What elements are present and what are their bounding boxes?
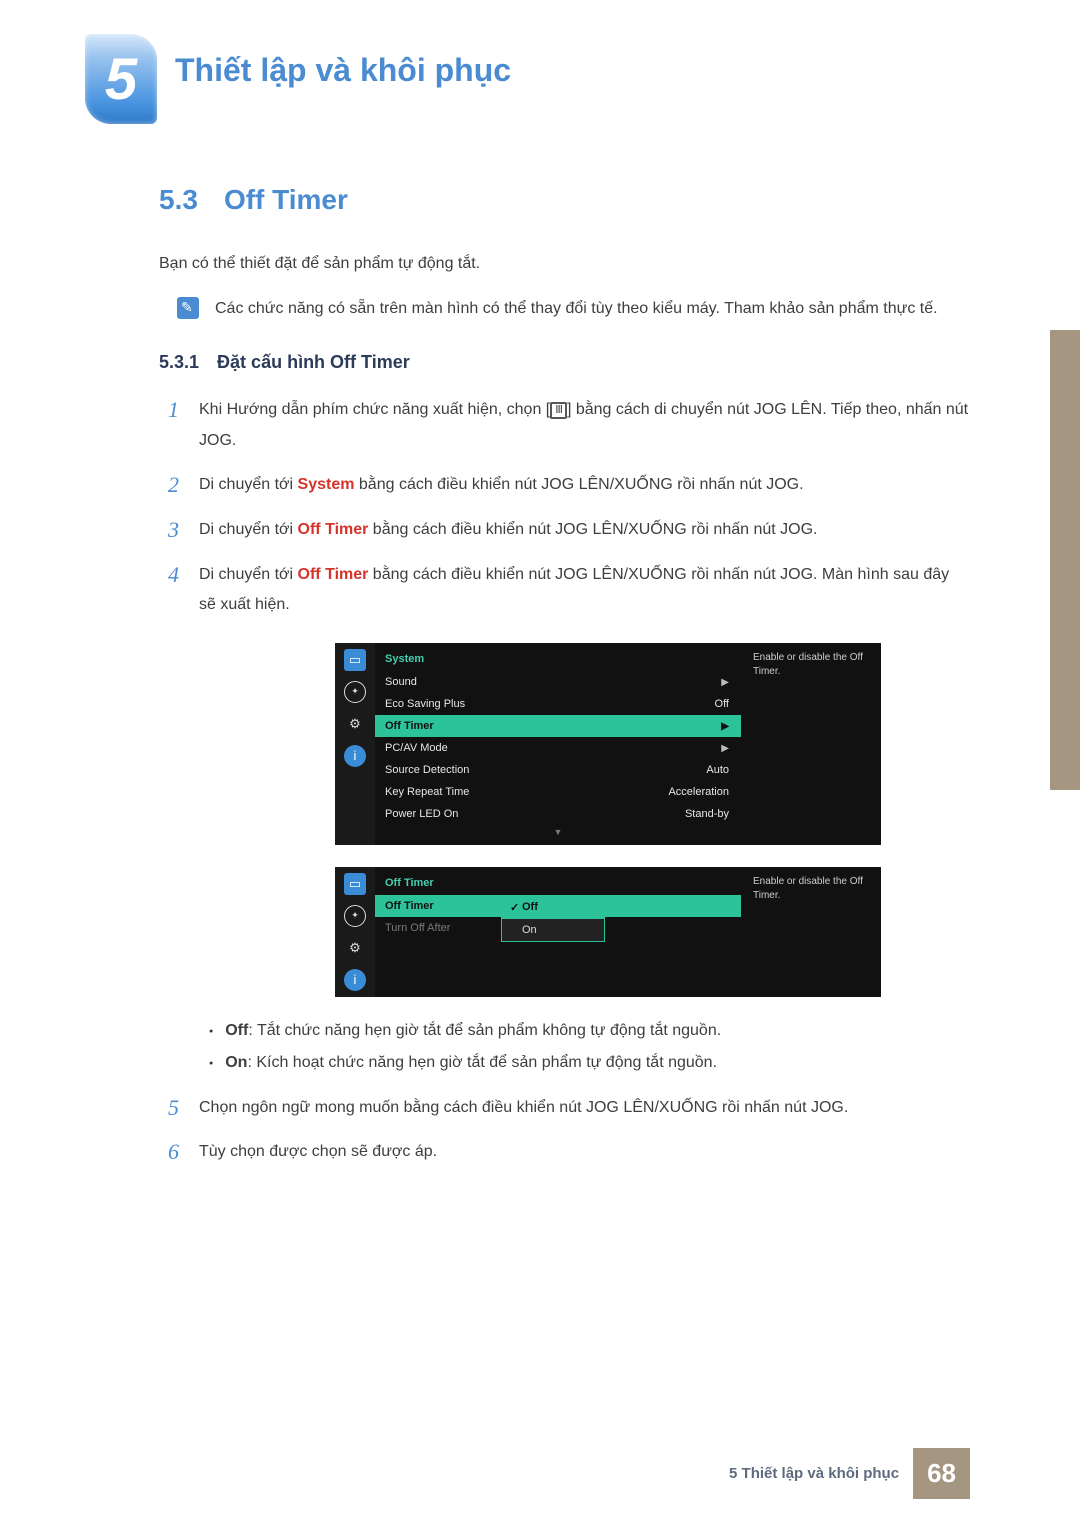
step-text: Di chuyển tới System bằng cách điều khiể… [199, 470, 804, 501]
osd-main-panel: Off Timer Off TimerTurn Off After ✓OffOn [375, 867, 741, 997]
osd-sidebar-icons: ▭ ⚙ i [335, 867, 375, 997]
note-block: Các chức năng có sẵn trên màn hình có th… [85, 295, 970, 322]
osd-title: System [375, 649, 741, 671]
footer-page-number: 68 [913, 1448, 970, 1499]
note-text: Các chức năng có sẵn trên màn hình có th… [215, 295, 938, 322]
step-text: Tùy chọn được chọn sẽ được áp. [199, 1137, 437, 1168]
step-1: 1 Khi Hướng dẫn phím chức năng xuất hiện… [85, 395, 970, 456]
subsection-title: Đặt cấu hình Off Timer [217, 352, 410, 373]
step-number: 5 [159, 1093, 179, 1124]
bullet-text: : Tắt chức năng hẹn giờ tắt để sản phẩm … [248, 1022, 721, 1039]
intro-text: Bạn có thể thiết đặt để sản phẩm tự động… [85, 250, 970, 277]
step-text: Di chuyển tới Off Timer bằng cách điều k… [199, 515, 817, 546]
bullet-off: ● Off: Tắt chức năng hẹn giờ tắt để sản … [209, 1015, 970, 1047]
chapter-title: Thiết lập và khôi phục [175, 52, 511, 89]
osd-menu-item: Key Repeat TimeAcceleration [375, 781, 741, 803]
monitor-icon: ▭ [344, 649, 366, 671]
osd-menu-item: Sound▶ [375, 671, 741, 693]
osd-description: Enable or disable the Off Timer. [741, 643, 881, 845]
osd-option-popup: ✓OffOn [501, 895, 605, 942]
osd-popup-option: ✓Off [502, 896, 604, 919]
osd-popup-option: On [502, 919, 604, 941]
step-number: 4 [159, 560, 179, 621]
osd-description: Enable or disable the Off Timer. [741, 867, 881, 997]
picture-icon [344, 681, 366, 703]
osd-menu-item: Eco Saving PlusOff [375, 693, 741, 715]
subsection-number: 5.3.1 [159, 352, 199, 373]
step1-part-a: Khi Hướng dẫn phím chức năng xuất hiện, … [199, 401, 550, 418]
osd-menu-item: PC/AV Mode▶ [375, 737, 741, 759]
section-title: Off Timer [224, 184, 348, 216]
osd-sidebar-icons: ▭ ⚙ i [335, 643, 375, 845]
monitor-icon: ▭ [344, 873, 366, 895]
osd-off-timer-menu: ▭ ⚙ i Off Timer Off TimerTurn Off After … [335, 867, 881, 997]
step-text: Chọn ngôn ngữ mong muốn bằng cách điều k… [199, 1093, 848, 1124]
option-bullets: ● Off: Tắt chức năng hẹn giờ tắt để sản … [85, 1015, 970, 1079]
keyword-off-timer: Off Timer [298, 521, 369, 538]
step2-part-b: bằng cách điều khiển nút JOG LÊN/XUỐNG r… [354, 476, 803, 493]
bullet-text: : Kích hoạt chức năng hẹn giờ tắt để sản… [247, 1054, 717, 1071]
chapter-header: 5 Thiết lập và khôi phục [85, 34, 970, 124]
step2-part-a: Di chuyển tới [199, 476, 298, 493]
section-heading: 5.3 Off Timer [85, 184, 970, 216]
step-2: 2 Di chuyển tới System bằng cách điều kh… [85, 470, 970, 501]
gear-icon: ⚙ [344, 937, 366, 959]
step-6: 6 Tùy chọn được chọn sẽ được áp. [85, 1137, 970, 1168]
osd-system-menu: ▭ ⚙ i System Sound▶Eco Saving PlusOffOff… [335, 643, 881, 845]
step4-part-a: Di chuyển tới [199, 566, 298, 583]
step-number: 3 [159, 515, 179, 546]
section-number: 5.3 [85, 184, 198, 216]
step-text: Di chuyển tới Off Timer bằng cách điều k… [199, 560, 970, 621]
osd-main-panel: System Sound▶Eco Saving PlusOffOff Timer… [375, 643, 741, 845]
page-footer: 5 Thiết lập và khôi phục 68 [729, 1448, 970, 1499]
step-text: Khi Hướng dẫn phím chức năng xuất hiện, … [199, 395, 970, 456]
info-icon: i [344, 745, 366, 767]
bullet-label: On [225, 1054, 247, 1071]
bullet-icon: ● [209, 1057, 213, 1079]
osd-menu-item: Off Timer▶ [375, 715, 741, 737]
step3-part-a: Di chuyển tới [199, 521, 298, 538]
side-tab-decoration [1050, 330, 1080, 790]
step-number: 2 [159, 470, 179, 501]
step-5: 5 Chọn ngôn ngữ mong muốn bằng cách điều… [85, 1093, 970, 1124]
keyword-off-timer: Off Timer [298, 566, 369, 583]
chapter-number-badge: 5 [85, 34, 157, 124]
osd-menu-item: Source DetectionAuto [375, 759, 741, 781]
osd-title: Off Timer [375, 873, 741, 895]
subsection-heading: 5.3.1 Đặt cấu hình Off Timer [85, 352, 970, 373]
note-icon [177, 297, 199, 319]
picture-icon [344, 905, 366, 927]
step-number: 6 [159, 1137, 179, 1168]
step3-part-b: bằng cách điều khiển nút JOG LÊN/XUỐNG r… [368, 521, 817, 538]
scroll-down-icon: ▼ [375, 825, 741, 837]
osd-menu-item: Power LED OnStand-by [375, 803, 741, 825]
gear-icon: ⚙ [344, 713, 366, 735]
bullet-on: ● On: Kích hoạt chức năng hẹn giờ tắt để… [209, 1047, 970, 1079]
bullet-icon: ● [209, 1025, 213, 1047]
step-3: 3 Di chuyển tới Off Timer bằng cách điều… [85, 515, 970, 546]
info-icon: i [344, 969, 366, 991]
menu-icon: ⅠⅠⅠ [550, 402, 567, 419]
keyword-system: System [298, 476, 355, 493]
bullet-label: Off [225, 1022, 248, 1039]
footer-chapter: 5 Thiết lập và khôi phục [729, 1465, 899, 1482]
page-content: 5 Thiết lập và khôi phục 5.3 Off Timer B… [0, 0, 1080, 1168]
step-number: 1 [159, 395, 179, 456]
step-4: 4 Di chuyển tới Off Timer bằng cách điều… [85, 560, 970, 621]
